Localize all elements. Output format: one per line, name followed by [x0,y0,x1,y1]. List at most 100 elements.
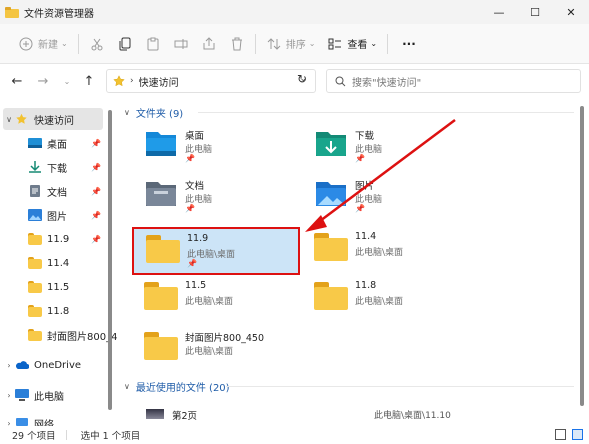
sidebar-item-documents[interactable]: 文档 📌 [3,180,103,202]
tile-name: 11.5 [185,280,207,291]
tile-location: 此电脑\桌面 [185,347,234,357]
chevron-down-icon: ∨ [124,107,130,117]
delete-button[interactable] [223,30,251,58]
cut-button[interactable] [83,30,111,58]
tile-documents[interactable]: 文档 此电脑 📌 [132,174,300,222]
list-item[interactable]: 第2页 此电脑\桌面\11.10 [140,406,580,424]
expand-icon[interactable]: › [3,361,15,370]
view-button[interactable]: 查看 ⌄ [321,30,383,58]
title-bar: 文件资源管理器 — ☐ ✕ [0,0,589,24]
search-input[interactable]: 搜索"快速访问" [326,69,581,93]
network-icon [15,417,29,426]
new-button[interactable]: 新建 ⌄ [12,30,74,58]
view-label: 查看 [347,40,368,51]
group-divider [198,112,574,113]
share-button[interactable] [195,30,223,58]
sidebar-item-desktop[interactable]: 桌面 📌 [3,132,103,154]
status-divider [65,430,67,440]
sidebar-scrollbar[interactable] [108,110,112,410]
paste-button[interactable] [139,30,167,58]
sidebar-item-cover-images[interactable]: 封面图片800_4 [3,324,117,346]
refresh-button[interactable]: ↻ [297,72,307,86]
sidebar-item-label: 下载 [47,163,67,175]
sidebar-item-11-9[interactable]: 11.9 📌 [3,228,103,250]
content-scrollbar[interactable] [580,106,584,406]
window-title: 文件资源管理器 [24,8,94,20]
tile-name: 11.8 [355,280,377,291]
sidebar-item-label: 11.4 [47,257,70,269]
breadcrumb-location[interactable]: 快速访问 [139,74,179,89]
status-bar: 29 个项目 选中 1 个项目 [0,426,589,444]
expand-icon[interactable]: › [3,419,15,427]
rename-button[interactable] [167,30,195,58]
view-icon [327,36,343,52]
recent-file-location: 此电脑\桌面\11.10 [374,411,451,421]
tile-11-9[interactable]: 11.9 此电脑\桌面 📌 [132,227,300,275]
tile-11-5[interactable]: 11.5 此电脑\桌面 [132,276,300,324]
tile-cover-images[interactable]: 封面图片800_450 此电脑\桌面 [132,326,300,374]
star-icon [113,75,125,87]
address-bar[interactable]: › 快速访问 ⌄ [106,69,316,93]
sidebar-item-onedrive[interactable]: › OneDrive [3,354,103,376]
toolbar-divider [77,33,79,54]
desktop-icon [144,130,178,158]
pin-icon: 📌 [91,162,101,172]
tile-name: 文档 [185,181,205,192]
sidebar-item-quick-access[interactable]: ∨ 快速访问 [3,108,103,130]
recent-group-header[interactable]: ∨ 最近使用的文件 (20) [124,378,230,394]
sidebar-item-downloads[interactable]: 下载 📌 [3,156,103,178]
new-label: 新建 [38,40,58,51]
tile-downloads[interactable]: 下载 此电脑 📌 [302,124,470,172]
close-button[interactable]: ✕ [553,0,589,24]
sidebar-item-network[interactable]: › 网络 [3,412,103,426]
sidebar-item-label: 11.5 [47,281,70,293]
pin-icon: 📌 [185,154,195,163]
star-icon [15,113,29,125]
sidebar-item-label: 文档 [47,187,67,199]
trash-icon [229,36,245,52]
back-button[interactable]: ← [8,72,26,90]
details-view-icon[interactable] [555,429,566,440]
toolbar-divider [254,33,256,54]
tile-11-8[interactable]: 11.8 此电脑\桌面 [302,276,470,324]
folders-group-header[interactable]: ∨ 文件夹 (9) [124,104,183,120]
minimize-button[interactable]: — [481,0,517,24]
computer-icon [15,389,29,401]
tile-name: 下载 [355,131,375,142]
sidebar-item-this-pc[interactable]: › 此电脑 [3,384,103,406]
maximize-button[interactable]: ☐ [517,0,553,24]
sidebar-item-11-4[interactable]: 11.4 [3,252,103,274]
tile-pictures[interactable]: 图片 此电脑 📌 [302,174,470,222]
forward-button[interactable]: → [34,72,52,90]
sidebar-item-11-5[interactable]: 11.5 [3,276,103,298]
recent-group-title: 最近使用的文件 (20) [135,382,230,394]
up-button[interactable]: ↑ [80,72,98,90]
tile-11-4[interactable]: 11.4 此电脑\桌面 [302,227,470,275]
chevron-down-icon: ∨ [124,381,130,391]
sidebar-item-label: 桌面 [47,139,67,151]
sort-button[interactable]: 排序 ⌄ [260,30,322,58]
search-icon [335,76,346,87]
expand-icon[interactable]: ∨ [3,115,15,124]
command-bar: 新建 ⌄ 排序 ⌄ 查看 ⌄ ··· [0,24,589,64]
folder-icon [28,329,42,341]
sidebar-item-11-8[interactable]: 11.8 [3,300,103,322]
sidebar-item-label: 11.8 [47,305,70,317]
chevron-down-icon: ⌄ [61,39,68,48]
copy-button[interactable] [111,30,139,58]
recent-locations-button[interactable]: ⌄ [58,72,76,90]
sidebar-item-pictures[interactable]: 图片 📌 [3,204,103,226]
tile-desktop[interactable]: 桌面 此电脑 📌 [132,124,300,172]
expand-icon[interactable]: › [3,391,15,400]
more-icon: ··· [402,36,416,51]
more-button[interactable]: ··· [392,30,422,58]
tile-location: 此电脑\桌面 [185,297,234,307]
item-count: 29 个项目 [12,431,56,442]
folder-icon [314,282,348,310]
pin-icon: 📌 [355,154,365,163]
tiles-view-icon[interactable] [572,429,583,440]
address-row: ← → ⌄ ↑ › 快速访问 ⌄ ↻ 搜索"快速访问" [0,64,589,98]
copy-icon [117,36,133,52]
image-file-icon [146,409,164,419]
chevron-down-icon: ⌄ [370,39,378,48]
